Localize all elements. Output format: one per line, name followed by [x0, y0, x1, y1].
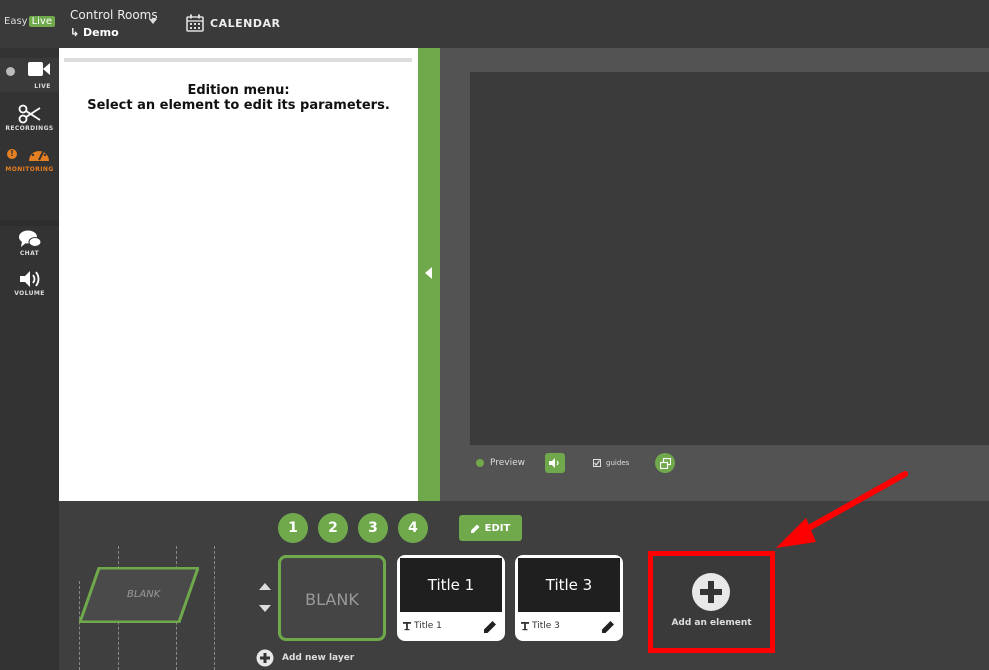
tab-layer-3[interactable]: 3 [358, 513, 388, 543]
edit-button[interactable]: EDIT [459, 515, 522, 541]
element-card-preview: Title 3 [518, 558, 620, 612]
chevron-left-icon [425, 267, 432, 279]
text-icon [403, 622, 411, 631]
edit-button-label: EDIT [484, 522, 511, 534]
scissors-icon [18, 104, 40, 124]
sidebar-label-chat: CHAT [19, 250, 40, 257]
sidebar-divider [0, 220, 59, 226]
alert-icon: ! [7, 149, 17, 159]
element-card-footer: Title 1 [400, 614, 502, 638]
checkbox-checked-icon [593, 459, 602, 467]
tab-layer-1[interactable]: 1 [278, 513, 308, 543]
preview-screen [470, 72, 989, 445]
edit-pencil-icon[interactable] [484, 620, 497, 633]
layer-tabs: 1 2 3 4 [278, 513, 428, 543]
element-card-preview: Title 1 [400, 558, 502, 612]
calendar-button[interactable]: CALENDAR [186, 14, 280, 32]
plus-circle-icon [256, 649, 274, 667]
preview-area: Preview guides [440, 48, 989, 501]
speaker-icon [549, 458, 559, 468]
guide-line [214, 546, 215, 670]
logo-text-easy: Easy [4, 16, 28, 27]
logo[interactable]: Easy Live [4, 16, 55, 27]
sidebar-label-volume: VOLUME [14, 290, 45, 297]
video-camera-icon [28, 62, 50, 76]
tab-layer-4[interactable]: 4 [398, 513, 428, 543]
sidebar-item-chat[interactable]: CHAT [0, 229, 59, 259]
add-element-button[interactable]: Add an element [648, 551, 775, 653]
calendar-label: CALENDAR [210, 16, 281, 30]
pencil-icon [470, 524, 480, 533]
calendar-icon [186, 14, 204, 32]
sidebar-item-volume[interactable]: VOLUME [0, 269, 59, 299]
add-element-label: Add an element [671, 618, 752, 628]
element-card-footer: Title 3 [518, 614, 620, 638]
control-rooms-label[interactable]: Control Rooms [70, 8, 158, 22]
annotation-arrow [776, 471, 908, 548]
preview-status-dot [476, 459, 484, 467]
move-layer-up-button[interactable] [259, 583, 271, 590]
edition-panel-bar [64, 58, 412, 62]
volume-icon [19, 271, 39, 287]
blank-shape-label: BLANK [127, 589, 161, 600]
edit-pencil-icon[interactable] [602, 620, 615, 633]
element-card-label: BLANK [305, 590, 359, 609]
plus-circle-icon [692, 573, 730, 611]
dashboard-gauge-icon [29, 148, 49, 161]
edition-panel: Edition menu: Select an element to edit … [59, 48, 418, 501]
sidebar-item-recordings[interactable]: RECORDINGS [0, 104, 59, 136]
element-card-name: Title 3 [532, 621, 560, 631]
preview-label: Preview [490, 458, 526, 468]
collapse-panel-button[interactable] [418, 48, 440, 501]
sidebar-label-monitoring: MONITORING [5, 166, 54, 173]
element-card-title-1[interactable]: Title 1 Title 1 [397, 555, 505, 641]
edition-title: Edition menu: [187, 83, 290, 98]
sidebar: LIVE RECORDINGS ! MONITORING CHAT VOLUME [0, 48, 59, 670]
preview-toolbar: Preview guides [476, 452, 676, 474]
add-layer-label: Add new layer [282, 653, 355, 663]
current-room[interactable]: ↳ Demo [70, 26, 119, 39]
element-card-name: Title 1 [414, 621, 442, 631]
sidebar-item-monitoring[interactable]: ! MONITORING [0, 144, 59, 176]
top-bar: Easy Live Control Rooms ↳ Demo CALENDAR [0, 0, 989, 48]
external-window-icon [659, 457, 671, 469]
element-card-title-3[interactable]: Title 3 Title 3 [515, 555, 623, 641]
move-layer-down-button[interactable] [259, 605, 271, 612]
edition-subtitle: Select an element to edit its parameters… [87, 98, 390, 113]
add-layer-button[interactable]: Add new layer [256, 649, 354, 667]
popout-window-button[interactable] [655, 453, 676, 473]
text-icon [521, 622, 529, 631]
audio-toggle-button[interactable] [545, 453, 566, 473]
chat-bubbles-icon [18, 230, 41, 247]
status-dot [6, 67, 15, 76]
element-card-blank[interactable]: BLANK [278, 555, 386, 641]
tab-layer-2[interactable]: 2 [318, 513, 348, 543]
guides-label: guides [606, 459, 630, 467]
logo-text-live: Live [28, 16, 55, 27]
guides-toggle[interactable]: guides [593, 459, 629, 467]
sidebar-label-recordings: RECORDINGS [5, 125, 54, 132]
sidebar-item-live[interactable]: LIVE [0, 58, 59, 92]
chevron-down-icon[interactable] [149, 19, 157, 24]
